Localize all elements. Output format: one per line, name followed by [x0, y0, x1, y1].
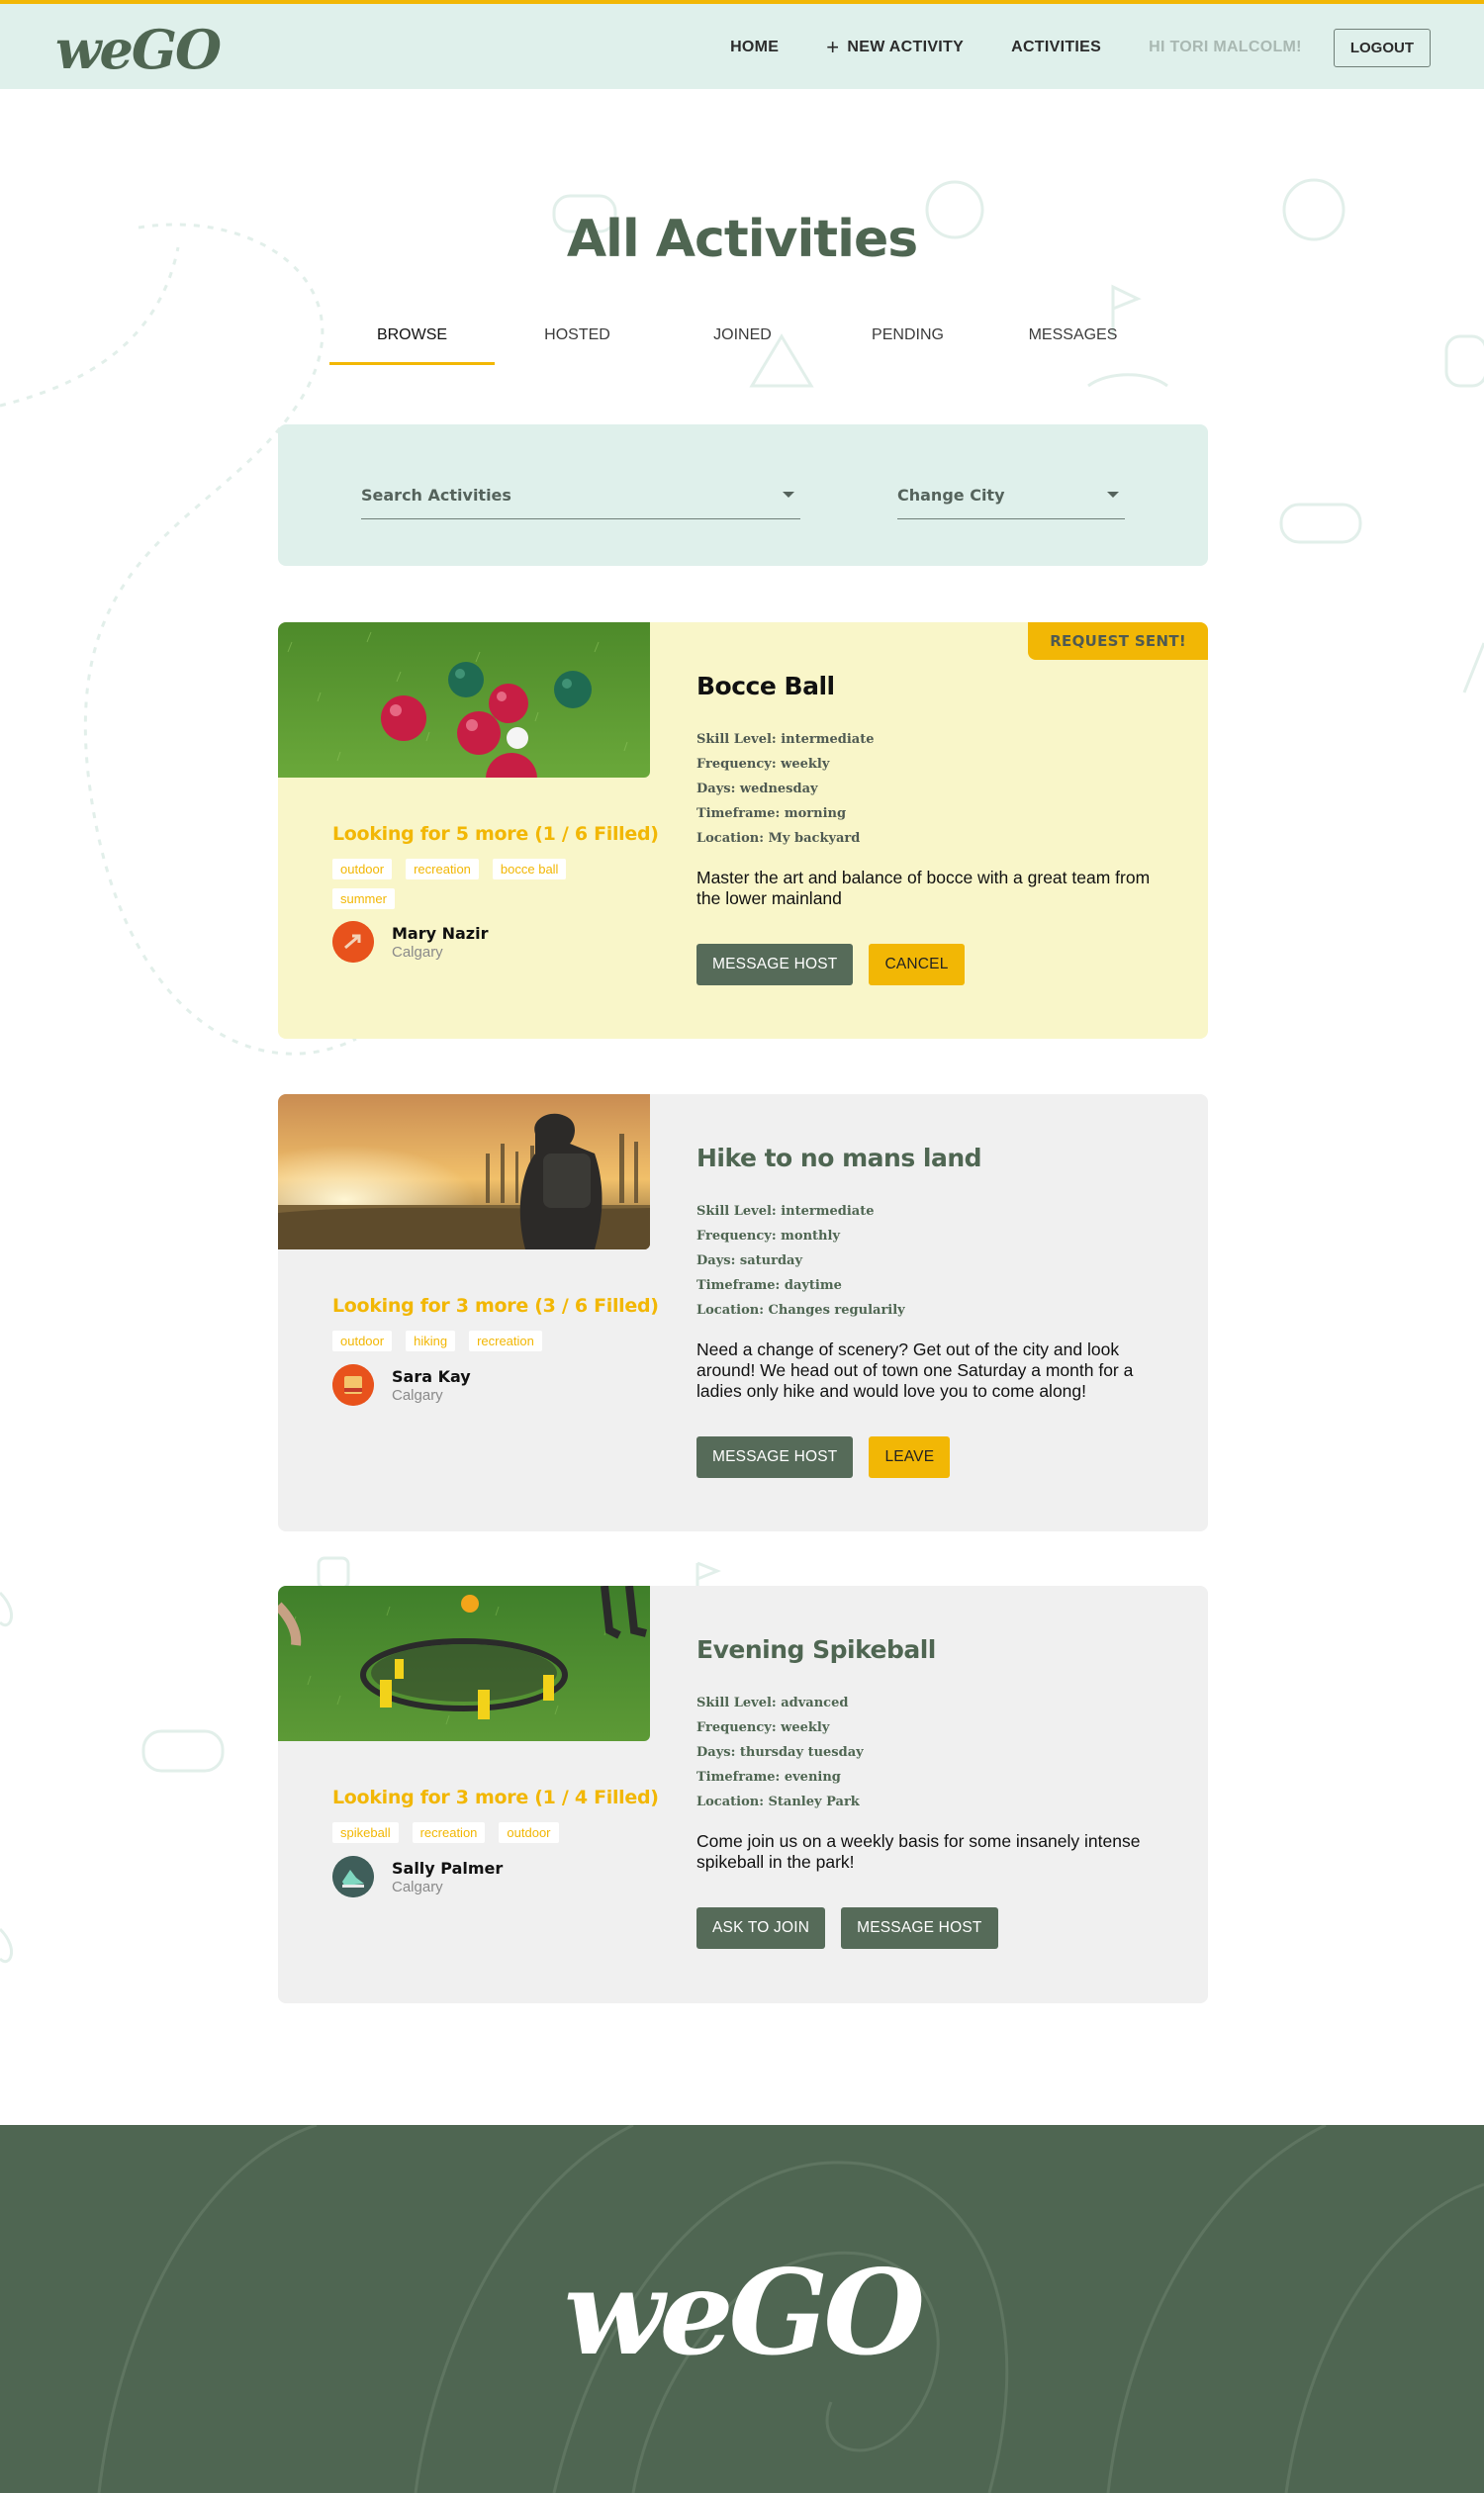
nav-new-activity-link[interactable]: + NEW ACTIVITY: [826, 35, 964, 60]
top-navbar: weGO HOME + NEW ACTIVITY ACTIVITIES HI T…: [0, 0, 1484, 89]
nav-activities-link[interactable]: ACTIVITIES: [1011, 39, 1101, 56]
avatar: [332, 1856, 374, 1897]
detail-timeframe: Timeframe: daytime: [696, 1278, 842, 1293]
host-info[interactable]: Mary Nazir Calgary: [332, 921, 488, 963]
activity-details: Skill Level: intermediate Frequency: wee…: [696, 727, 875, 851]
kettlebell-icon: [1444, 334, 1484, 388]
search-panel: Search Activities Change City: [278, 424, 1208, 566]
activity-card: Looking for 5 more (1 / 6 Filled) outdoo…: [278, 622, 1208, 1039]
search-activities-select[interactable]: Search Activities: [361, 486, 800, 519]
detail-skill-level: Skill Level: intermediate: [696, 732, 875, 747]
activity-description: Need a change of scenery? Get out of the…: [696, 1339, 1134, 1401]
detail-days: Days: wednesday: [696, 782, 818, 796]
user-greeting: HI TORI MALCOLM!: [1149, 39, 1302, 55]
detail-days: Days: saturday: [696, 1253, 803, 1268]
detail-days: Days: thursday tuesday: [696, 1745, 864, 1760]
detail-frequency: Frequency: weekly: [696, 757, 830, 772]
activity-description: Master the art and balance of bocce with…: [696, 868, 1151, 908]
message-host-button[interactable]: MESSAGE HOST: [696, 944, 854, 985]
tab-pending[interactable]: PENDING: [825, 326, 990, 365]
host-city: Calgary: [392, 943, 443, 961]
change-city-select[interactable]: Change City: [897, 486, 1125, 519]
host-name: Sara Kay: [392, 1366, 471, 1386]
detail-location: Location: Stanley Park: [696, 1795, 860, 1809]
host-info[interactable]: Sally Palmer Calgary: [332, 1856, 503, 1897]
spots-needed-text: Looking for 3 more (3 / 6 Filled): [332, 1295, 659, 1317]
nav-new-activity-label: NEW ACTIVITY: [847, 39, 965, 55]
tag: bocce ball: [492, 859, 567, 879]
tag-list: outdoor recreation bocce ball summer: [332, 859, 629, 918]
status-badge: REQUEST SENT!: [1028, 622, 1208, 660]
goggles-icon: [141, 1729, 225, 1773]
activity-photo-hike: [278, 1094, 650, 1249]
activity-photo-spikeball: [278, 1586, 650, 1741]
tag: recreation: [406, 859, 479, 879]
card-actions: ASK TO JOIN MESSAGE HOST: [696, 1907, 1014, 1949]
tag: summer: [332, 888, 395, 909]
main-nav: HOME + NEW ACTIVITY ACTIVITIES HI TORI M…: [683, 28, 1431, 67]
tag-list: spikeball recreation outdoor: [332, 1822, 629, 1852]
tag: spikeball: [332, 1822, 399, 1843]
activity-title[interactable]: Evening Spikeball: [696, 1635, 936, 1664]
spots-needed-text: Looking for 3 more (1 / 4 Filled): [332, 1787, 659, 1808]
activity-card: Looking for 3 more (1 / 4 Filled) spikeb…: [278, 1586, 1208, 2003]
change-city-label: Change City: [897, 486, 1005, 505]
plus-icon: +: [826, 35, 840, 59]
wego-logo[interactable]: weGO: [55, 18, 222, 81]
square-icon: [317, 1556, 350, 1590]
detail-skill-level: Skill Level: advanced: [696, 1696, 849, 1710]
activity-tabs: BROWSE HOSTED JOINED PENDING MESSAGES: [329, 326, 1156, 365]
site-footer: weGO: [0, 2125, 1484, 2493]
tag: recreation: [412, 1822, 486, 1843]
leave-button[interactable]: LEAVE: [869, 1436, 951, 1478]
activity-description: Come join us on a weekly basis for some …: [696, 1831, 1141, 1872]
tab-browse[interactable]: BROWSE: [329, 326, 495, 365]
host-city: Calgary: [392, 1878, 443, 1895]
tab-messages[interactable]: MESSAGES: [990, 326, 1156, 365]
message-host-button[interactable]: MESSAGE HOST: [841, 1907, 998, 1949]
nav-home-link[interactable]: HOME: [730, 39, 779, 56]
chevron-down-icon: [783, 492, 794, 498]
activity-photo-bocce: [278, 622, 650, 778]
tag: outdoor: [332, 859, 393, 879]
activity-title[interactable]: Hike to no mans land: [696, 1144, 982, 1172]
cancel-button[interactable]: CANCEL: [869, 944, 965, 985]
goggles-icon: [1279, 503, 1362, 544]
detail-timeframe: Timeframe: morning: [696, 806, 847, 821]
tag-list: outdoor hiking recreation: [332, 1331, 629, 1360]
activity-details: Skill Level: intermediate Frequency: mon…: [696, 1199, 905, 1323]
detail-location: Location: Changes regularily: [696, 1303, 905, 1318]
tab-joined[interactable]: JOINED: [660, 326, 825, 365]
activity-details: Skill Level: advanced Frequency: weekly …: [696, 1691, 864, 1814]
message-host-button[interactable]: MESSAGE HOST: [696, 1436, 854, 1478]
detail-skill-level: Skill Level: intermediate: [696, 1204, 875, 1219]
host-name: Mary Nazir: [392, 923, 489, 943]
logout-button[interactable]: LOGOUT: [1333, 28, 1431, 67]
tag: hiking: [406, 1331, 456, 1351]
host-name: Sally Palmer: [392, 1858, 504, 1878]
avatar: [332, 1364, 374, 1406]
tag: outdoor: [332, 1331, 393, 1351]
activity-title[interactable]: Bocce Ball: [696, 672, 835, 700]
avatar: [332, 921, 374, 963]
card-actions: MESSAGE HOST LEAVE: [696, 1436, 966, 1478]
detail-timeframe: Timeframe: evening: [696, 1770, 841, 1785]
footer-logo[interactable]: weGO: [0, 2244, 1484, 2381]
chevron-down-icon: [1107, 492, 1119, 498]
spots-needed-text: Looking for 5 more (1 / 6 Filled): [332, 823, 659, 845]
search-activities-label: Search Activities: [361, 486, 511, 505]
card-actions: MESSAGE HOST CANCEL: [696, 944, 980, 985]
host-city: Calgary: [392, 1386, 443, 1404]
tag: recreation: [469, 1331, 542, 1351]
ask-to-join-button[interactable]: ASK TO JOIN: [696, 1907, 826, 1949]
host-info[interactable]: Sara Kay Calgary: [332, 1364, 471, 1406]
activity-card: Looking for 3 more (3 / 6 Filled) outdoo…: [278, 1094, 1208, 1531]
detail-frequency: Frequency: monthly: [696, 1229, 841, 1244]
tag: outdoor: [499, 1822, 559, 1843]
detail-frequency: Frequency: weekly: [696, 1720, 830, 1735]
page-title: All Activities: [566, 210, 918, 269]
detail-location: Location: My backyard: [696, 831, 861, 846]
tab-hosted[interactable]: HOSTED: [495, 326, 660, 365]
